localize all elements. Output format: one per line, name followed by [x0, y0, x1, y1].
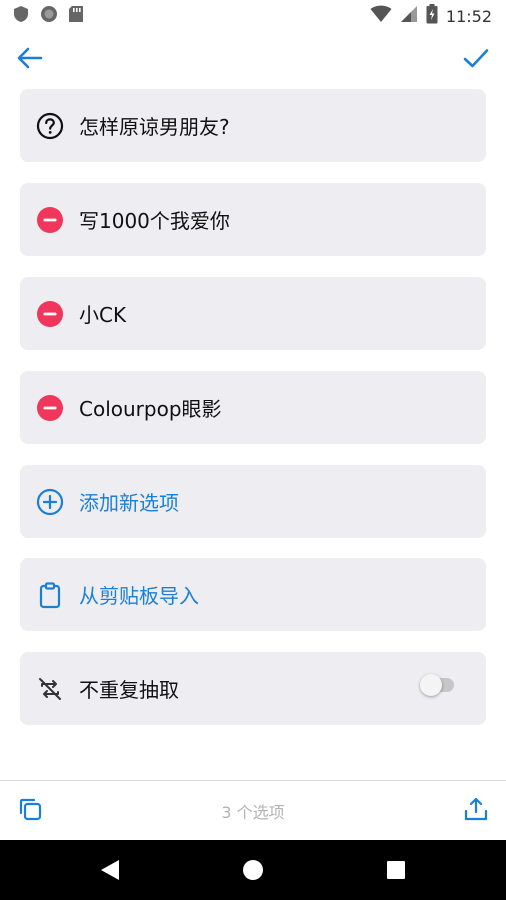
- back-button[interactable]: [12, 42, 48, 78]
- option-label: 写1000个我爱你: [79, 209, 230, 233]
- help-circle-icon: [35, 111, 65, 141]
- system-nav-bar: [0, 840, 506, 900]
- status-time: 11:52: [445, 6, 492, 26]
- sd-card-icon: [68, 5, 84, 27]
- share-button[interactable]: [460, 795, 492, 827]
- clipboard-icon: [35, 580, 65, 610]
- option-item[interactable]: 小CK: [20, 277, 486, 350]
- repeat-off-icon: [35, 674, 65, 704]
- no-repeat-toggle[interactable]: [420, 674, 454, 696]
- no-repeat-label: 不重复抽取: [79, 678, 179, 702]
- share-icon: [463, 796, 489, 826]
- app-bar: [0, 38, 506, 82]
- triangle-back-icon: [101, 860, 119, 880]
- circle-icon: [40, 5, 58, 27]
- remove-circle-icon[interactable]: [35, 205, 65, 235]
- add-option-button[interactable]: 添加新选项: [20, 465, 486, 538]
- question-text: 怎样原谅男朋友?: [79, 115, 230, 139]
- wifi-icon: [370, 5, 392, 27]
- arrow-left-icon: [16, 44, 44, 76]
- question-card[interactable]: 怎样原谅男朋友?: [20, 89, 486, 162]
- status-icons-left: [12, 5, 84, 27]
- option-count: 3 个选项: [221, 803, 285, 822]
- shield-icon: [12, 5, 30, 27]
- signal-icon: [400, 5, 418, 27]
- status-bar: 11:52: [0, 0, 506, 32]
- option-label: 小CK: [79, 303, 127, 327]
- nav-home-button[interactable]: [243, 860, 263, 880]
- toggle-knob: [420, 674, 442, 696]
- option-item[interactable]: 写1000个我爱你: [20, 183, 486, 256]
- option-label: Colourpop眼影: [79, 397, 222, 421]
- option-item[interactable]: Colourpop眼影: [20, 371, 486, 444]
- import-clipboard-button[interactable]: 从剪贴板导入: [20, 558, 486, 631]
- add-circle-icon: [35, 487, 65, 517]
- check-icon: [462, 44, 490, 76]
- remove-circle-icon[interactable]: [35, 393, 65, 423]
- remove-circle-icon[interactable]: [35, 299, 65, 329]
- confirm-button[interactable]: [458, 42, 494, 78]
- add-option-label: 添加新选项: [79, 491, 179, 515]
- nav-recents-button[interactable]: [387, 861, 405, 879]
- bottom-bar: 3 个选项: [0, 780, 506, 840]
- battery-charging-icon: [426, 4, 438, 28]
- import-clipboard-label: 从剪贴板导入: [79, 584, 199, 608]
- no-repeat-row[interactable]: 不重复抽取: [20, 652, 486, 725]
- nav-back-button[interactable]: [99, 858, 121, 886]
- status-icons-right: 11:52: [370, 4, 492, 28]
